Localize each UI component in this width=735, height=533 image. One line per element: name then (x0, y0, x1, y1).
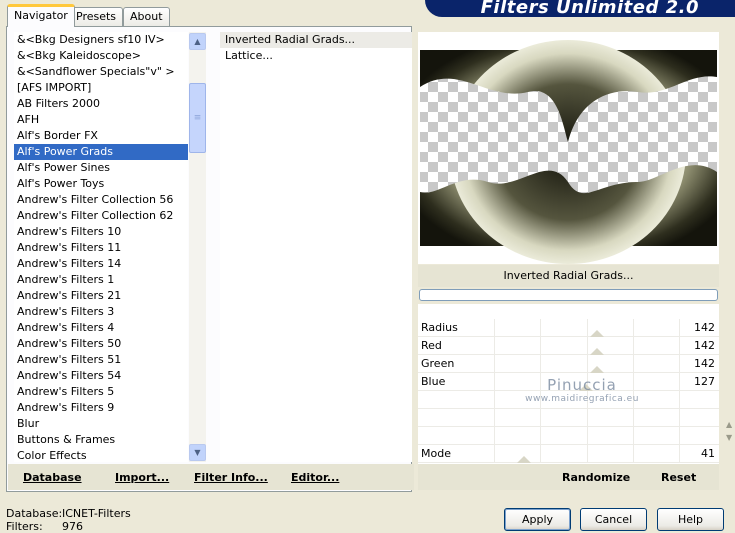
category-item[interactable]: Andrew's Filters 50 (14, 336, 188, 352)
category-item[interactable]: Andrew's Filters 9 (14, 400, 188, 416)
cancel-button[interactable]: Cancel (580, 508, 647, 531)
param-row[interactable]: Red 142 (418, 337, 719, 355)
category-item[interactable]: [AFS IMPORT] (14, 80, 188, 96)
database-link[interactable]: Database (23, 471, 82, 484)
category-item[interactable]: AB Filters 2000 (14, 96, 188, 112)
editor-link[interactable]: Editor... (291, 471, 339, 484)
tab-navigator[interactable]: Navigator (7, 4, 75, 27)
category-item[interactable]: Andrew's Filters 3 (14, 304, 188, 320)
filter-item[interactable]: Lattice... (220, 48, 412, 64)
param-row[interactable] (418, 427, 719, 445)
slider-thumb-icon[interactable] (590, 366, 605, 373)
dialog-edge-arrows: ▲ ▼ (726, 420, 733, 442)
status-database-value: ICNET-Filters (62, 507, 131, 520)
slider-thumb-icon[interactable] (516, 456, 531, 463)
tab-presets[interactable]: Presets (69, 7, 124, 26)
category-item[interactable]: Buttons & Frames (14, 432, 188, 448)
param-value: 142 (694, 321, 715, 334)
watermark-name: Pinuccia (547, 376, 617, 394)
scroll-thumb[interactable]: ≡ (189, 83, 206, 153)
category-item[interactable]: Blur (14, 416, 188, 432)
scroll-down-icon[interactable]: ▼ (189, 444, 206, 461)
param-name: Mode (421, 447, 451, 460)
category-item[interactable]: Color Effects (14, 448, 188, 462)
param-row[interactable]: Mode 41 (418, 445, 719, 463)
param-row[interactable]: Green 142 (418, 355, 719, 373)
category-item[interactable]: Andrew's Filters 54 (14, 368, 188, 384)
category-scrollbar[interactable]: ▲ ≡ ▼ (189, 32, 206, 462)
slider-thumb-icon[interactable] (590, 348, 605, 355)
category-item[interactable]: Andrew's Filters 10 (14, 224, 188, 240)
param-name: Green (421, 357, 455, 370)
randomize-link[interactable]: Randomize (562, 471, 630, 484)
filter-preview-image (420, 40, 717, 264)
category-item[interactable]: Andrew's Filter Collection 62 (14, 208, 188, 224)
category-item[interactable]: Andrew's Filters 4 (14, 320, 188, 336)
reset-link[interactable]: Reset (661, 471, 696, 484)
tab-about[interactable]: About (123, 7, 170, 26)
status-database: Database: ICNET-Filters (6, 507, 131, 520)
category-item[interactable]: Andrew's Filters 21 (14, 288, 188, 304)
slider-track[interactable] (494, 427, 680, 444)
help-button[interactable]: Help (657, 508, 724, 531)
app-banner-title: Filters Unlimited 2.0 (425, 0, 735, 17)
status-filters: Filters: 976 (6, 520, 83, 533)
filter-list[interactable]: Inverted Radial Grads... Lattice... (220, 32, 412, 462)
category-item[interactable]: Andrew's Filter Collection 56 (14, 192, 188, 208)
watermark: Pinuccia www.maidiregrafica.eu (512, 376, 652, 404)
category-list[interactable]: &<Bkg Designers sf10 IV> &<Bkg Kaleidosco… (14, 32, 188, 462)
slider-track[interactable] (494, 409, 680, 426)
status-database-label: Database: (6, 507, 63, 520)
param-row[interactable] (418, 409, 719, 427)
filter-info-link[interactable]: Filter Info... (194, 471, 268, 484)
preview-area (418, 32, 719, 264)
slider-track[interactable] (494, 319, 680, 336)
category-item[interactable]: Alf's Power Grads (14, 144, 188, 160)
filter-title: Inverted Radial Grads... (418, 265, 719, 287)
param-name: Blue (421, 375, 446, 388)
category-item[interactable]: Alf's Power Toys (14, 176, 188, 192)
slider-thumb-icon[interactable] (590, 330, 605, 337)
category-item[interactable]: Andrew's Filters 14 (14, 256, 188, 272)
watermark-url: www.maidiregrafica.eu (525, 394, 639, 404)
param-value: 127 (694, 375, 715, 388)
scroll-up-icon[interactable]: ▲ (189, 33, 206, 50)
category-item[interactable]: Andrew's Filters 11 (14, 240, 188, 256)
param-value: 41 (701, 447, 715, 460)
slider-track[interactable] (494, 355, 680, 372)
apply-button[interactable]: Apply (504, 508, 571, 531)
param-row[interactable]: Radius 142 (418, 319, 719, 337)
status-filters-label: Filters: (6, 520, 43, 533)
param-value: 142 (694, 339, 715, 352)
category-item[interactable]: Alf's Power Sines (14, 160, 188, 176)
category-item[interactable]: AFH (14, 112, 188, 128)
category-item[interactable]: &<Bkg Designers sf10 IV> (14, 32, 188, 48)
category-item[interactable]: Andrew's Filters 1 (14, 272, 188, 288)
slider-track[interactable] (494, 337, 680, 354)
left-link-bar: Database Import... Filter Info... Editor… (8, 464, 414, 490)
progress-bar (419, 289, 718, 301)
category-item[interactable]: &<Bkg Kaleidoscope> (14, 48, 188, 64)
category-item[interactable]: Andrew's Filters 51 (14, 352, 188, 368)
import-link[interactable]: Import... (115, 471, 169, 484)
param-name: Red (421, 339, 442, 352)
category-item[interactable]: Alf's Border FX (14, 128, 188, 144)
filter-item[interactable]: Inverted Radial Grads... (220, 32, 412, 48)
status-filters-value: 976 (62, 520, 83, 533)
category-item[interactable]: Andrew's Filters 5 (14, 384, 188, 400)
param-value: 142 (694, 357, 715, 370)
category-item[interactable]: &<Sandflower Specials"v" > (14, 64, 188, 80)
right-link-bar: Randomize Reset (418, 464, 719, 490)
param-name: Radius (421, 321, 458, 334)
